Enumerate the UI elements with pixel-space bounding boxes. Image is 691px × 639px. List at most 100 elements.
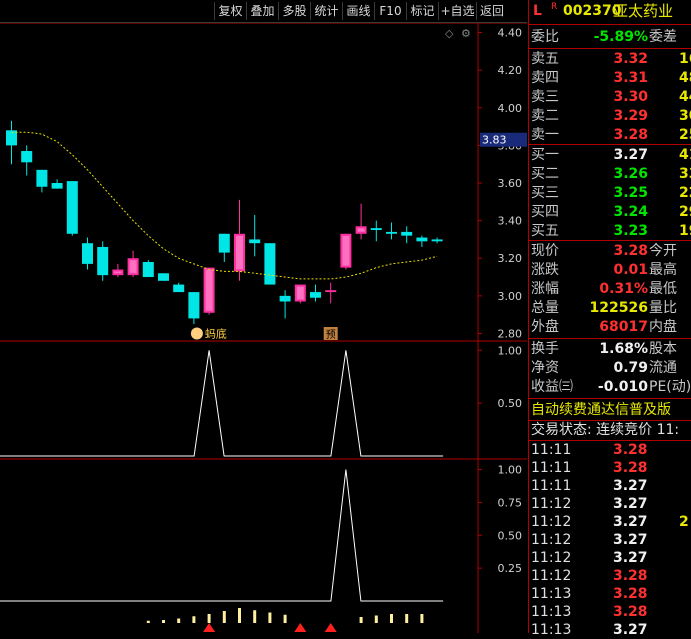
price-tick-label: 3.20 (498, 252, 523, 265)
candle[interactable] (279, 290, 291, 319)
ind2-bar (359, 617, 363, 623)
ind2-bar (177, 618, 181, 623)
candle[interactable] (203, 267, 215, 315)
quote-row: 总量 122526 量比 (529, 299, 691, 317)
tick-row: 11:11 3.27 (529, 477, 691, 495)
asks-row: 卖一 3.28 25 (529, 126, 691, 144)
bottom-signal-label: 蚂底 (205, 326, 227, 340)
candle[interactable] (127, 250, 139, 278)
toolbar-button-2[interactable]: 多股 (278, 2, 310, 20)
candle[interactable] (36, 169, 48, 193)
tick-row: 11:12 3.27 2 (529, 513, 691, 531)
candle[interactable] (158, 273, 169, 281)
quote-value: 0.31% (599, 281, 648, 297)
bids-price: 3.23 (613, 223, 648, 239)
candle[interactable] (401, 226, 413, 244)
candle[interactable] (325, 282, 337, 304)
tick-price: 3.27 (613, 496, 648, 512)
ind2-bar (268, 612, 272, 623)
tick-price: 3.27 (613, 478, 648, 494)
candle[interactable] (310, 284, 321, 302)
candle[interactable] (431, 237, 443, 244)
settings-icon[interactable]: ⚙ (461, 27, 471, 40)
bids-row: 买三 3.25 22 (529, 184, 691, 202)
fin-label2: 流通 (649, 360, 677, 376)
bids-price: 3.24 (613, 204, 648, 220)
ind2-bar (405, 614, 409, 623)
stock-prefix: L (533, 3, 542, 19)
ad-text[interactable]: 自动续费通达信普及版 (531, 401, 671, 419)
candle[interactable] (142, 260, 154, 278)
bids-price: 3.26 (613, 166, 648, 182)
committee-row: 委比 -5.89% 委差 (529, 28, 691, 46)
candle[interactable] (112, 263, 124, 278)
ind2-line (0, 469, 444, 602)
trade-status: 交易状态: 连续竞价 11: (529, 421, 691, 439)
up-arrow-icon (203, 623, 216, 632)
tick-price: 3.27 (613, 514, 648, 530)
quote-value: 122526 (589, 300, 648, 316)
candle[interactable] (82, 237, 93, 270)
quote-label2: 最高 (649, 262, 677, 278)
toolbar-button-1[interactable]: 叠加 (246, 2, 278, 20)
tick-price: 3.28 (613, 604, 648, 620)
fin-value: 0.79 (613, 360, 648, 376)
toolbar-button-4[interactable]: 画线 (342, 2, 374, 20)
candle[interactable] (66, 181, 78, 236)
fin-value: -0.010 (597, 379, 648, 395)
candle-body-inner (236, 235, 243, 270)
ind2-tick-label: 1.00 (498, 464, 523, 477)
candle[interactable] (294, 284, 306, 304)
bids-row: 买五 3.23 19 (529, 222, 691, 240)
bids-volume: 33 (679, 166, 691, 182)
candle[interactable] (6, 120, 17, 165)
quote-label: 外盘 (531, 319, 559, 335)
bids-label: 买四 (531, 204, 559, 220)
candle[interactable] (173, 282, 185, 293)
candle[interactable] (21, 145, 33, 176)
quote-label2: 今开 (649, 243, 677, 259)
asks-price: 3.30 (613, 89, 648, 105)
chart-toolbar: 复权 叠加 多股 统计 画线 F10 标记 +自选 返回 (0, 0, 527, 23)
candle[interactable] (386, 222, 397, 240)
candle[interactable] (264, 243, 276, 285)
tick-price: 3.27 (613, 550, 648, 566)
candle[interactable] (340, 233, 352, 270)
stock-header: L R 002370 亚太药业 (529, 2, 691, 20)
ind2-bar (238, 608, 241, 623)
ad-banner[interactable]: 自动续费通达信普及版 (529, 401, 691, 419)
tick-time: 11:12 (531, 568, 572, 584)
toolbar-button-0[interactable]: 复权 (214, 2, 246, 20)
candle[interactable] (249, 214, 261, 257)
candle[interactable] (218, 233, 230, 262)
candle[interactable] (188, 292, 200, 325)
candle[interactable] (370, 220, 382, 242)
candle[interactable] (355, 203, 367, 240)
candle[interactable] (416, 235, 428, 247)
tick-time: 11:13 (531, 622, 572, 638)
toolbar-button-3[interactable]: 统计 (310, 2, 342, 20)
candle[interactable] (51, 179, 63, 189)
toolbar-button-8[interactable]: 返回 (476, 2, 507, 20)
quote-label2: 量比 (649, 300, 677, 316)
ind2-bar (146, 620, 150, 623)
quote-row: 涨跌 0.01 最高 (529, 261, 691, 279)
tick-row: 11:12 3.27 (529, 549, 691, 567)
bids-volume: 19 (679, 223, 691, 239)
asks-volume: 30 (679, 108, 691, 124)
candle-body (249, 239, 261, 244)
kline-chart[interactable]: ◇⚙4.404.204.003.803.603.403.203.002.803.… (0, 22, 527, 633)
candle[interactable] (97, 241, 109, 281)
toolbar-button-7[interactable]: +自选 (438, 2, 476, 20)
toolbar-button-5[interactable]: F10 (374, 2, 406, 20)
candle-body (66, 181, 78, 234)
asks-label: 卖二 (531, 108, 559, 124)
diamond-icon[interactable]: ◇ (445, 27, 454, 40)
kline-chart-svg[interactable]: ◇⚙4.404.204.003.803.603.403.203.002.803.… (0, 22, 527, 633)
candle[interactable] (234, 199, 245, 281)
bids-price: 3.27 (613, 147, 648, 163)
toolbar-button-6[interactable]: 标记 (406, 2, 438, 20)
tick-time: 11:11 (531, 442, 572, 458)
tick-row: 11:11 3.28 (529, 441, 691, 459)
candle-body-inner (357, 228, 365, 232)
